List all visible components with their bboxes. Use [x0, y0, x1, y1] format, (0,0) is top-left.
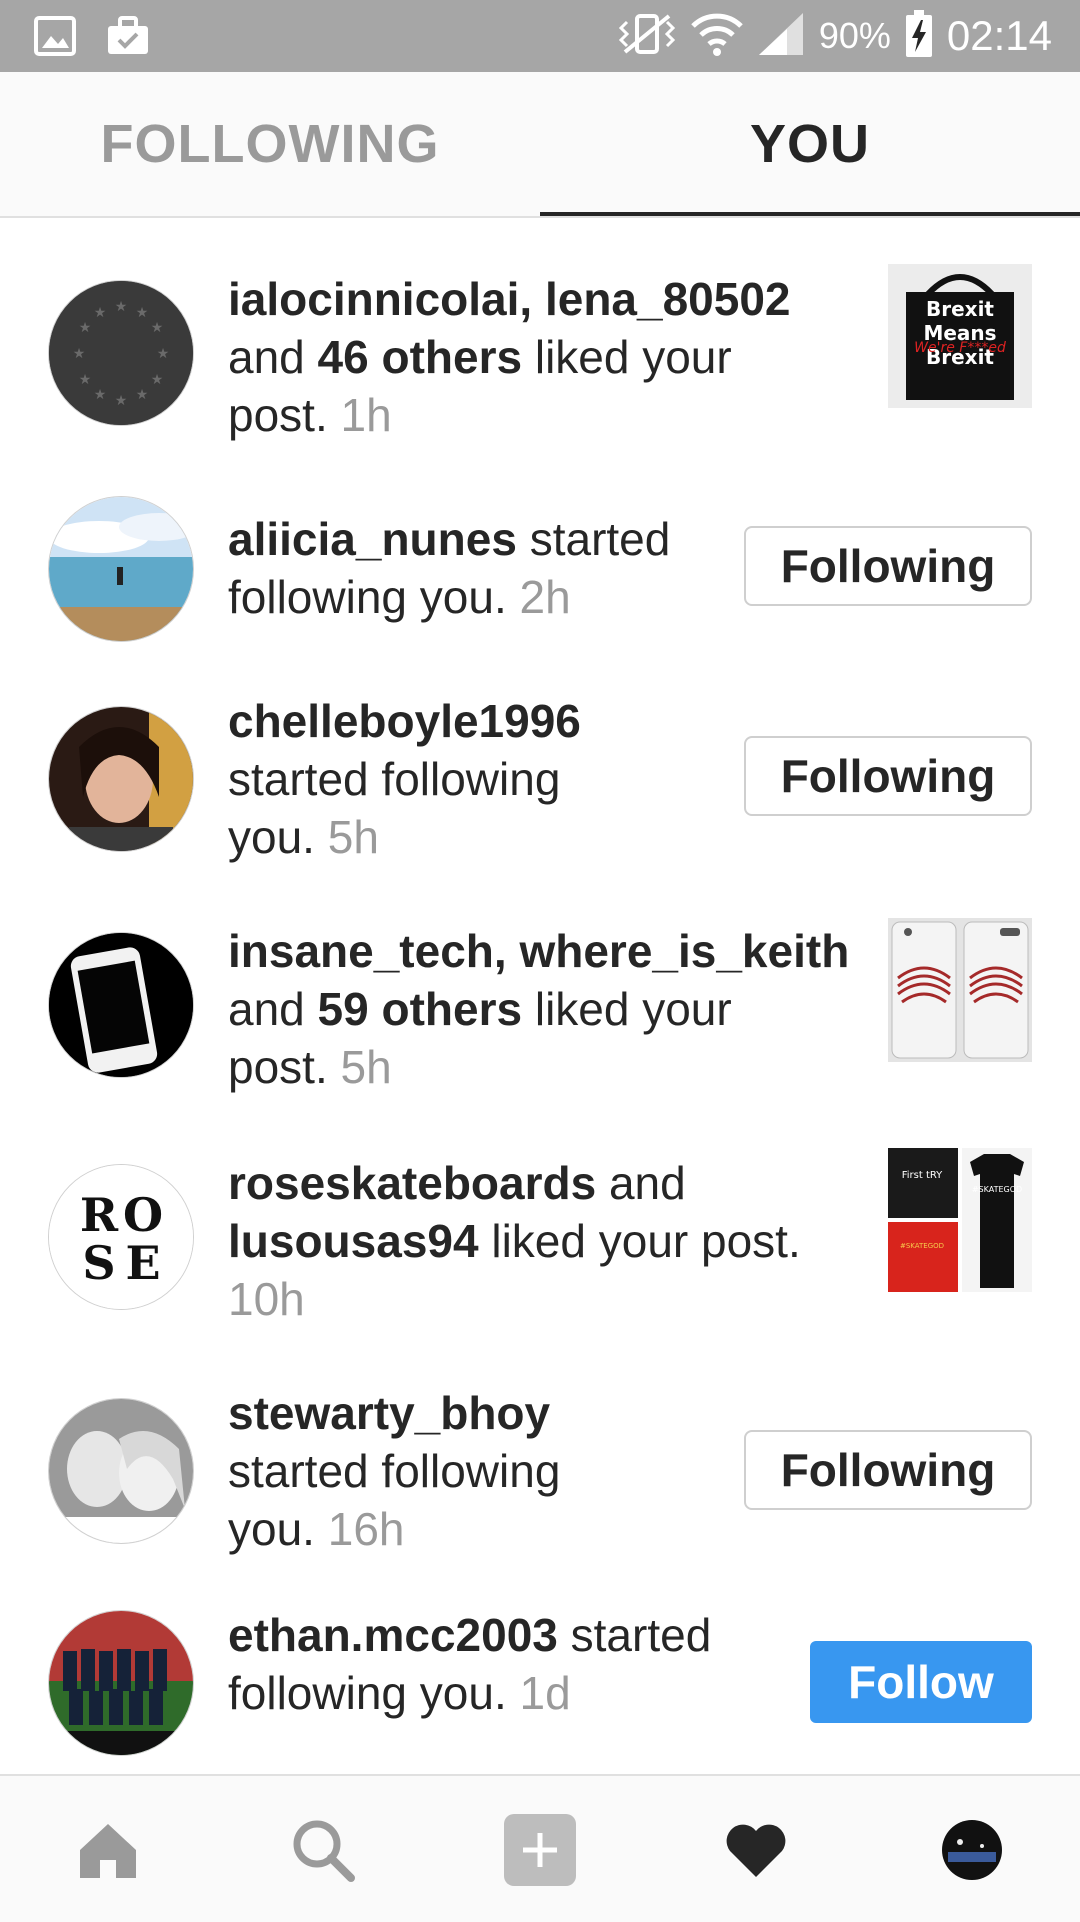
timestamp: 10h: [228, 1273, 305, 1325]
activity-tabs: FOLLOWING YOU: [0, 72, 1080, 218]
svg-text:First tRY: First tRY: [902, 1170, 943, 1181]
active-tab-indicator: [540, 212, 1080, 216]
timestamp: 1h: [340, 389, 392, 441]
timestamp: 2h: [519, 571, 571, 623]
svg-text:★: ★: [136, 387, 149, 403]
timestamp: 5h: [327, 811, 379, 863]
battery-charging-icon: [905, 9, 933, 63]
username[interactable]: aliicia_nunes: [228, 513, 517, 565]
following-button[interactable]: Following: [744, 526, 1032, 606]
text-fragment: liked your post.: [478, 1215, 801, 1267]
notification-text: roseskateboards and lusousas94 liked you…: [228, 1154, 801, 1328]
svg-text:★: ★: [136, 305, 149, 321]
user-avatar[interactable]: [48, 496, 194, 642]
svg-text:★: ★: [79, 320, 92, 336]
timestamp: 1d: [519, 1667, 571, 1719]
text-fragment: and: [228, 331, 318, 383]
vibrate-icon: [617, 12, 677, 61]
home-icon[interactable]: [68, 1810, 148, 1890]
text-fragment: following you.: [228, 1667, 520, 1719]
brexit-bag-thumbnail[interactable]: Brexit Means Brexit We're F***ed: [888, 264, 1032, 408]
user-avatar[interactable]: [48, 1610, 194, 1756]
following-button[interactable]: Following: [744, 736, 1032, 816]
svg-text:★: ★: [94, 305, 107, 321]
following-button[interactable]: Following: [744, 1430, 1032, 1510]
others-count[interactable]: 59 others: [318, 983, 523, 1035]
svg-text:★: ★: [151, 320, 164, 336]
svg-text:O: O: [123, 1188, 163, 1242]
text-fragment: started following: [228, 753, 561, 805]
svg-text:★: ★: [115, 393, 128, 409]
text-fragment: post.: [228, 389, 341, 441]
text-fragment: started: [557, 1609, 712, 1661]
text-fragment: post.: [228, 1041, 341, 1093]
text-fragment: following you.: [228, 571, 520, 623]
notification-text: chelleboyle1996 started following you. 5…: [228, 692, 581, 866]
rose-logo-avatar[interactable]: R O S E: [48, 1164, 194, 1310]
usernames[interactable]: ialocinnicolai, lena_80502: [228, 273, 791, 325]
notification-text: ialocinnicolai, lena_80502 and 46 others…: [228, 270, 791, 444]
battery-percent: 90%: [818, 15, 891, 56]
svg-text:#SKATEGOD: #SKATEGOD: [972, 1185, 1022, 1194]
svg-text:S: S: [82, 1236, 115, 1290]
bottom-navigation: [0, 1774, 1080, 1922]
notification-text: insane_tech, where_is_keith and 59 other…: [228, 922, 849, 1096]
image-icon: [34, 16, 76, 61]
phone-case-thumbnail[interactable]: [888, 918, 1032, 1062]
username[interactable]: chelleboyle1996: [228, 695, 581, 747]
svg-text:★: ★: [79, 372, 92, 388]
notification-text: aliicia_nunes started following you. 2h: [228, 510, 670, 626]
text-fragment: started: [516, 513, 671, 565]
text-fragment: liked your: [522, 331, 732, 383]
status-bar: 90% 02:14: [0, 0, 1080, 72]
svg-text:We're F***ed: We're F***ed: [914, 340, 1006, 356]
user-avatar[interactable]: [48, 1398, 194, 1544]
svg-text:E: E: [125, 1236, 160, 1290]
signal-icon: [757, 11, 805, 62]
svg-text:★: ★: [73, 346, 86, 362]
text-fragment: liked your: [522, 983, 732, 1035]
username[interactable]: ethan.mcc2003: [228, 1609, 558, 1661]
timestamp: 16h: [327, 1503, 405, 1555]
others-count[interactable]: 46 others: [318, 331, 523, 383]
tshirts-thumbnail[interactable]: First tRY #SKATEGOD #SKATEGOD: [888, 1148, 1032, 1292]
svg-text:#SKATEGOD: #SKATEGOD: [900, 1242, 944, 1250]
username[interactable]: roseskateboards: [228, 1157, 596, 1209]
follow-button[interactable]: Follow: [810, 1641, 1032, 1723]
timestamp: 5h: [340, 1041, 392, 1093]
notification-text: ethan.mcc2003 started following you. 1d: [228, 1606, 711, 1722]
usernames[interactable]: insane_tech, where_is_keith: [228, 925, 849, 977]
user-avatar[interactable]: [48, 706, 194, 852]
wifi-icon: [691, 10, 743, 63]
tab-following[interactable]: FOLLOWING: [0, 72, 540, 216]
briefcase-icon: [106, 16, 150, 61]
svg-text:★: ★: [157, 346, 170, 362]
text-fragment: and: [228, 983, 318, 1035]
svg-text:★: ★: [115, 299, 128, 315]
svg-text:Brexit: Brexit: [926, 297, 994, 321]
username[interactable]: lusousas94: [228, 1215, 479, 1267]
text-fragment: you.: [228, 1503, 328, 1555]
search-icon[interactable]: [283, 1810, 363, 1890]
status-time: 02:14: [946, 12, 1052, 59]
activity-heart-icon[interactable]: [716, 1810, 796, 1890]
svg-text:★: ★: [94, 387, 107, 403]
text-fragment: and: [596, 1157, 686, 1209]
text-fragment: you.: [228, 811, 328, 863]
notification-text: stewarty_bhoy started following you. 16h: [228, 1384, 560, 1558]
add-post-icon[interactable]: [500, 1810, 580, 1890]
tab-you[interactable]: YOU: [540, 72, 1080, 216]
text-fragment: started following: [228, 1445, 561, 1497]
svg-text:R: R: [80, 1188, 119, 1242]
username[interactable]: stewarty_bhoy: [228, 1387, 550, 1439]
profile-avatar[interactable]: [932, 1810, 1012, 1890]
eu-flag-avatar[interactable]: ★ ★ ★ ★ ★ ★ ★ ★ ★ ★ ★ ★: [48, 280, 194, 426]
svg-text:★: ★: [151, 372, 164, 388]
phone-avatar[interactable]: [48, 932, 194, 1078]
